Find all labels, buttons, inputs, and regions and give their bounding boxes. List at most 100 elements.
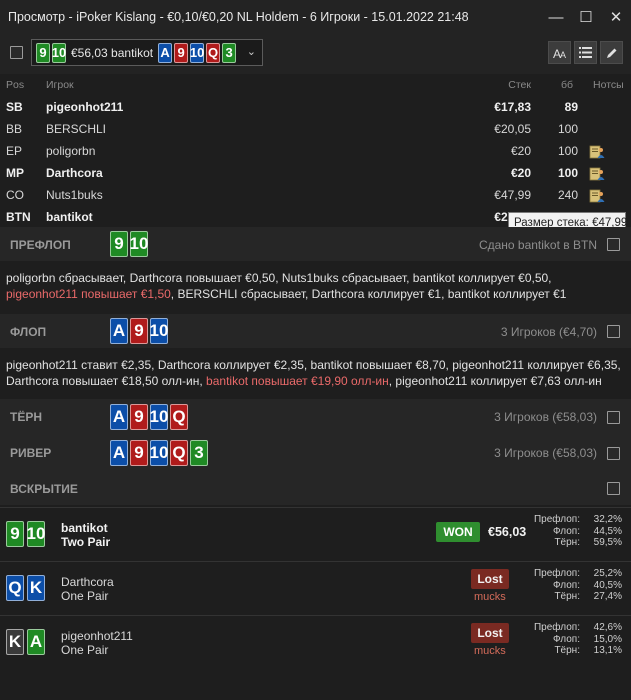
player-pos: EP (6, 144, 23, 158)
equity-value: 59,5% (593, 537, 622, 548)
player-row[interactable]: CO Nuts1buks €47,99 240 (0, 184, 631, 206)
playing-card: 9 (110, 231, 128, 257)
result-player-name: bantikot (61, 521, 108, 535)
note-icon[interactable] (589, 166, 605, 181)
playing-card: 10 (150, 318, 168, 344)
header-stack: Стек (508, 79, 531, 91)
equity-line: Тёрн: 27,4% (520, 591, 622, 603)
result-player-name: pigeonhot211 (61, 629, 133, 643)
equity-label: Тёрн: (554, 645, 580, 656)
street-info: 3 Игроков (€4,70) (500, 325, 597, 339)
players-table: Pos Игрок Стек бб Нотсы SB pigeonhot211 €1… (0, 74, 631, 228)
equity-line: Флоп: 44,5% (520, 526, 622, 538)
playing-card: Q (170, 404, 188, 430)
street-checkbox[interactable] (607, 482, 620, 495)
equity-stats: Префлоп: 42,6% Флоп: 15,0% Тёрн: 13,1% (520, 622, 622, 657)
showdown-result: Q K Darthcora One Pair Lost mucks Префлоп: 25,2… (0, 561, 631, 613)
note-icon[interactable] (589, 188, 605, 203)
player-bb: 100 (557, 166, 578, 180)
playing-card: 9 (36, 42, 50, 63)
edit-button[interactable] (600, 41, 623, 64)
playing-card: Q (170, 440, 188, 466)
showdown-result: K Apigeonhot211 One Pair Lost mucks Префлоп: 4… (0, 615, 631, 667)
title-bar: Просмотр - iPoker Kislang - €0,10/€0,20 … (0, 0, 631, 34)
equity-value: 44,5% (593, 525, 622, 537)
equity-line: Префлоп: 42,6% (520, 622, 622, 634)
minimize-icon[interactable]: — (541, 0, 571, 34)
equity-label: Флоп: (553, 633, 580, 645)
font-size-button[interactable]: AA (548, 41, 571, 64)
lost-badge: Lost (471, 623, 509, 643)
playing-card: A (158, 42, 173, 63)
player-row[interactable]: MP Darthcora €20 100 (0, 162, 631, 184)
player-pos: CO (6, 188, 24, 202)
street-checkbox[interactable] (607, 411, 620, 424)
street-label: РИВЕР (10, 446, 52, 460)
list-icon (579, 47, 592, 58)
playing-card: 10 (130, 231, 148, 257)
equity-stats: Префлоп: 32,2% Флоп: 44,5% Тёрн: 59,5% (520, 514, 622, 549)
street-label: ФЛОП (10, 325, 47, 339)
result-hole-cards: 9 10 (6, 521, 46, 547)
playing-card: 10 (27, 521, 45, 547)
header-player: Игрок (46, 79, 74, 91)
player-bb: 89 (564, 100, 578, 114)
street-checkbox[interactable] (607, 325, 620, 338)
hand-selector-dropdown[interactable]: 9 10 €56,03 bantikot A 9 10 Q 3 ⌄ (31, 39, 263, 66)
street-label: ТЁРН (10, 410, 43, 424)
equity-value: 15,0% (593, 633, 622, 645)
player-name: pigeonhot211 (46, 100, 124, 114)
player-stack: €47,99 (494, 188, 531, 202)
equity-line: Флоп: 15,0% (520, 634, 622, 646)
equity-label: Флоп: (553, 525, 580, 537)
player-bb: 240 (557, 188, 578, 202)
playing-card: 3 (190, 440, 208, 466)
street-turn: ТЁРН A 9 10 Q 3 Игроков (€58,03) (0, 399, 631, 435)
equity-line: Тёрн: 59,5% (520, 537, 622, 549)
toolbar: 9 10 €56,03 bantikot A 9 10 Q 3 ⌄ AA (0, 34, 631, 74)
player-name: poligorbn (46, 144, 96, 158)
player-row[interactable]: BB BERSCHLI €20,05 100 (0, 118, 631, 140)
equity-label: Флоп: (553, 579, 580, 591)
player-row[interactable]: SB pigeonhot211 €17,83 89 (0, 96, 631, 118)
street-preflop: ПРЕФЛОП 9 10 Сдано bantikot в BTN (0, 227, 631, 261)
player-name: bantikot (46, 210, 93, 224)
playing-card: 9 (130, 440, 148, 466)
mucks-label: mucks (474, 645, 506, 657)
playing-card: 10 (150, 404, 168, 430)
player-row[interactable]: EP poligorbn €20 100 (0, 140, 631, 162)
maximize-icon[interactable]: ☐ (571, 0, 601, 34)
players-table-header: Pos Игрок Стек бб Нотсы (0, 74, 631, 96)
selected-hand-amount: €56,03 bantikot (71, 45, 154, 60)
street-info: 3 Игроков (€58,03) (494, 410, 597, 424)
street-checkbox[interactable] (607, 238, 620, 251)
action-text: , pigeonhot211 коллирует €7,63 олл-ин (388, 374, 602, 388)
highlighted-action: bantikot повышает €19,90 олл-ин (206, 374, 389, 388)
result-hand-rank: Two Pair (61, 535, 111, 549)
equity-value: 13,1% (593, 645, 622, 656)
street-label: ПРЕФЛОП (10, 238, 71, 252)
equity-value: 25,2% (593, 568, 622, 579)
equity-label: Префлоп: (533, 514, 580, 525)
select-checkbox[interactable] (10, 46, 23, 59)
player-pos: BB (6, 122, 23, 136)
playing-card: A (110, 440, 128, 466)
list-button[interactable] (574, 41, 597, 64)
player-name: Darthcora (46, 166, 103, 180)
street-checkbox[interactable] (607, 447, 620, 460)
player-bb: 100 (557, 122, 578, 136)
player-name: BERSCHLI (46, 122, 107, 136)
lost-badge: Lost (471, 569, 509, 589)
highlighted-action: pigeonhot211 повышает €1,50 (6, 287, 171, 301)
note-icon[interactable] (589, 144, 605, 159)
street-label: ВСКРЫТИЕ (10, 482, 78, 496)
close-icon[interactable]: ✕ (601, 0, 631, 34)
equity-line: Префлоп: 32,2% (520, 514, 622, 526)
playing-card: Q (6, 575, 24, 601)
preflop-actions: poligorbn сбрасывает, Darthcora повышает… (6, 270, 626, 302)
street-cards: A 9 10 (110, 318, 169, 344)
player-name: Nuts1buks (46, 188, 103, 202)
playing-card: A (110, 318, 128, 344)
action-text: , BERSCHLI сбрасывает, Darthcora коллиру… (170, 287, 567, 301)
equity-label: Тёрн: (554, 591, 580, 602)
